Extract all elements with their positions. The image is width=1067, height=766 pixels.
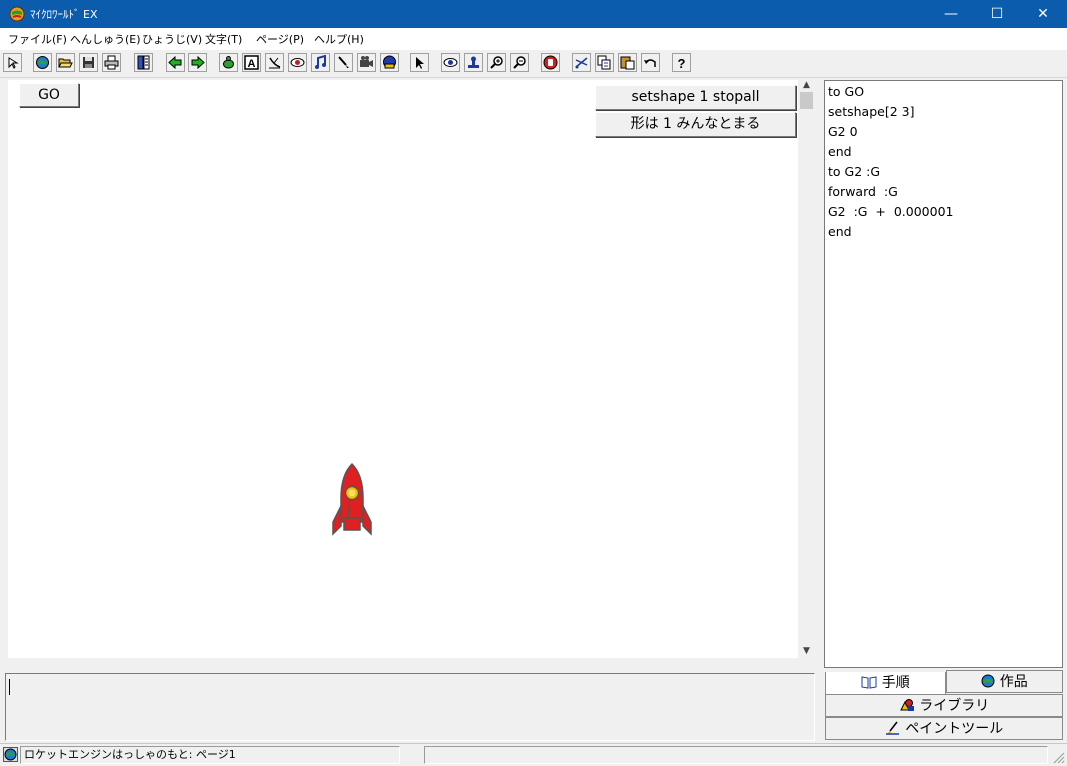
tab-paint-tool-label: ペイントツール (905, 721, 1004, 737)
status-project: ロケットエンジンはっしゃのもと: ページ1 (20, 746, 400, 764)
layout-icon[interactable] (134, 53, 153, 72)
maximize-button[interactable]: ☐ (974, 0, 1020, 28)
code-line: setshape[2 3] (828, 104, 915, 119)
code-line: G2 0 (828, 124, 858, 139)
zoom-out-icon[interactable] (510, 53, 529, 72)
scroll-thumb[interactable] (800, 92, 813, 109)
window-title: ﾏｲｸﾛﾜｰﾙﾄﾞ EX (30, 8, 98, 21)
scroll-down-icon[interactable]: ▼ (798, 646, 815, 656)
go-button[interactable]: GO (19, 83, 79, 107)
code-line: end (828, 224, 852, 239)
back-arrow-icon[interactable] (166, 53, 185, 72)
menu-file[interactable]: ファイル(F) (8, 31, 67, 47)
tab-work[interactable]: 作品 (946, 670, 1063, 693)
code-line: to G2 :G (828, 164, 881, 179)
save-icon[interactable] (79, 53, 98, 72)
stopall-button[interactable]: setshape 1 stopall (595, 85, 796, 110)
tab-procedures-label: 手順 (881, 675, 910, 691)
stop-hand-icon[interactable] (541, 53, 560, 72)
toolbar: A ? (0, 50, 1067, 78)
reset-shape-button[interactable]: 形は 1 みんなとまる (595, 112, 796, 137)
robot-icon[interactable] (380, 53, 399, 72)
tab-work-label: 作品 (999, 674, 1028, 690)
svg-text:?: ? (678, 56, 686, 70)
tab-library-label: ライブラリ (919, 698, 990, 714)
open-folder-icon[interactable] (56, 53, 75, 72)
code-line: forward :G (828, 184, 898, 199)
code-line: G2 :G + 0.000001 (828, 204, 954, 219)
music-note-icon[interactable] (311, 53, 330, 72)
print-icon[interactable] (102, 53, 121, 72)
camera-icon[interactable] (357, 53, 376, 72)
brush-icon[interactable] (334, 53, 353, 72)
tab-procedures[interactable]: 手順 (825, 672, 946, 695)
code-line: to GO (828, 84, 865, 99)
menu-view[interactable]: ひょうじ(V) (142, 31, 202, 47)
book-icon (861, 676, 877, 689)
help-icon[interactable]: ? (672, 53, 691, 72)
resize-grip-icon[interactable] (1052, 751, 1065, 764)
tab-library[interactable]: ライブラリ (825, 694, 1063, 717)
undo-icon[interactable] (641, 53, 660, 72)
svg-text:A: A (248, 58, 256, 70)
title-bar: ﾏｲｸﾛﾜｰﾙﾄﾞ EX — ☐ ✕ (0, 0, 1067, 28)
text-box-icon[interactable]: A (242, 53, 261, 72)
globe-icon[interactable] (33, 53, 52, 72)
globe-icon (981, 674, 995, 688)
stamp-icon[interactable] (464, 53, 483, 72)
menu-page[interactable]: ページ(P) (256, 31, 304, 47)
text-caret (9, 679, 10, 695)
close-button[interactable]: ✕ (1020, 0, 1066, 28)
menu-edit[interactable]: へんしゅう(E) (70, 31, 141, 47)
status-bar: ロケットエンジンはっしゃのもと: ページ1 (0, 743, 1067, 766)
rocket-icon[interactable] (330, 462, 374, 538)
menu-help[interactable]: ヘルプ(H) (314, 31, 364, 47)
project-globe-icon (3, 747, 18, 762)
scroll-up-icon[interactable]: ▲ (798, 80, 815, 90)
turtle-icon[interactable] (219, 53, 238, 72)
menu-text[interactable]: 文字(T) (205, 31, 242, 47)
satellite-icon[interactable] (265, 53, 284, 72)
paste-icon[interactable] (618, 53, 637, 72)
menu-bar: ファイル(F) へんしゅう(E) ひょうじ(V) 文字(T) ページ(P) ヘル… (0, 28, 1067, 50)
command-center-input[interactable] (5, 673, 815, 741)
minimize-button[interactable]: — (928, 0, 974, 28)
status-right-panel (424, 746, 1048, 764)
paintbrush-icon (885, 721, 899, 735)
code-line: end (828, 144, 852, 159)
eye-shape-icon[interactable] (288, 53, 307, 72)
zoom-in-icon[interactable] (487, 53, 506, 72)
shapes-icon (899, 699, 914, 711)
app-globe-icon (9, 6, 25, 22)
pointer-arrow-icon[interactable] (3, 53, 22, 72)
scissors-icon[interactable] (572, 53, 591, 72)
view-eye-icon[interactable] (441, 53, 460, 72)
status-project-text: ロケットエンジンはっしゃのもと: ページ1 (24, 748, 236, 761)
copy-icon[interactable] (595, 53, 614, 72)
procedures-editor[interactable]: to GO setshape[2 3] G2 0 end to G2 :G fo… (824, 80, 1063, 668)
forward-arrow-icon[interactable] (188, 53, 207, 72)
page-canvas[interactable]: GO setshape 1 stopall 形は 1 みんなとまる (8, 80, 798, 658)
select-cursor-icon[interactable] (410, 53, 429, 72)
canvas-scrollbar[interactable]: ▲ ▼ (798, 80, 815, 658)
tab-paint-tool[interactable]: ペイントツール (825, 717, 1063, 740)
